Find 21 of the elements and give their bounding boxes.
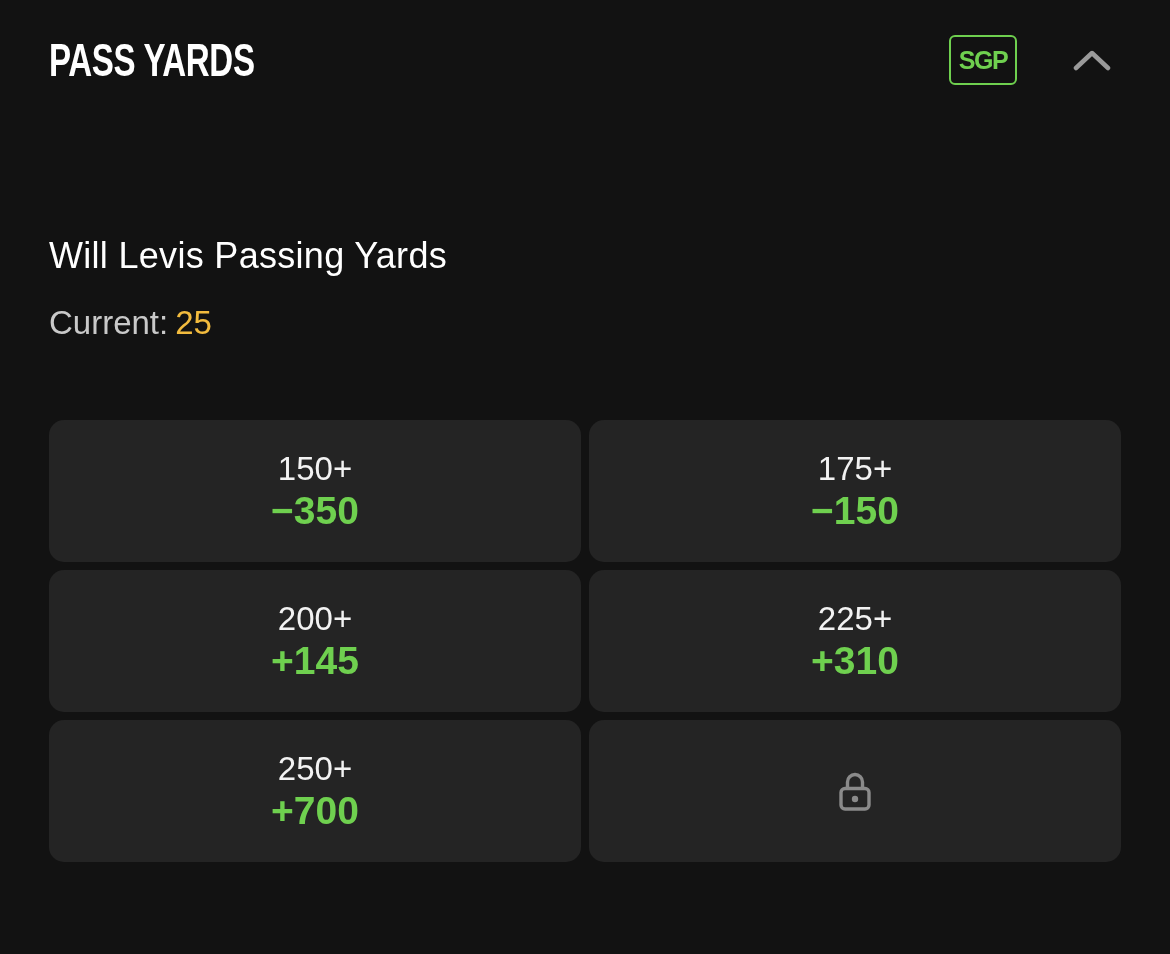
odds-button[interactable]: 150+ −350 [49,420,581,562]
odds-value: +145 [271,640,359,682]
lock-icon [839,771,871,811]
odds-value: +700 [271,790,359,832]
odds-button[interactable]: 225+ +310 [589,570,1121,712]
odds-button[interactable]: 250+ +700 [49,720,581,862]
current-label: Current: [49,304,169,342]
market-title: Will Levis Passing Yards [49,236,447,276]
threshold-label: 150+ [277,450,353,488]
odds-button[interactable]: 200+ +145 [49,570,581,712]
section-title: PASS YARDS [49,35,255,85]
threshold-label: 175+ [817,450,893,488]
current-value: 25 [175,304,212,342]
odds-value: −350 [271,490,359,532]
threshold-label: 250+ [277,750,353,788]
sgp-badge: SGP [949,35,1017,85]
odds-value: +310 [811,640,899,682]
odds-button[interactable]: 175+ −150 [589,420,1121,562]
threshold-label: 225+ [817,600,893,638]
odds-value: −150 [811,490,899,532]
threshold-label: 200+ [277,600,353,638]
